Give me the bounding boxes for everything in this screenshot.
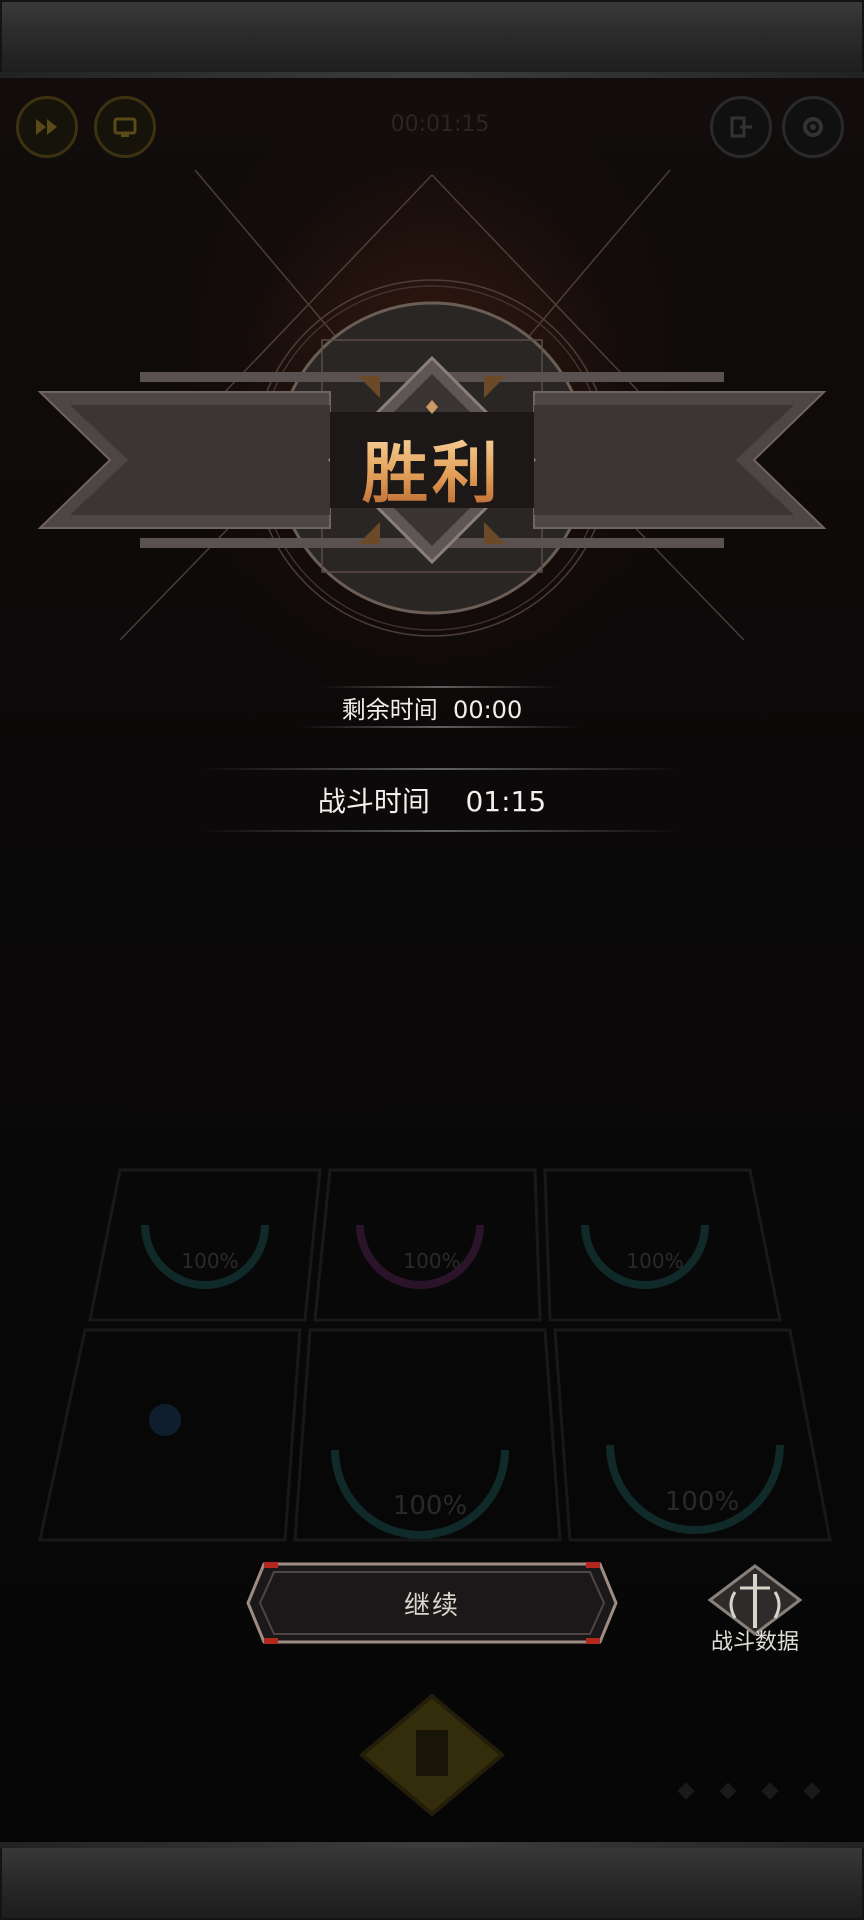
- divider-line: [200, 830, 680, 832]
- page-indicator: [677, 1782, 848, 1801]
- exit-icon[interactable]: [710, 96, 772, 158]
- continue-button[interactable]: 继续: [244, 1560, 620, 1646]
- battle-timer-dim: 00:01:15: [390, 112, 490, 137]
- formation-icon[interactable]: [356, 1690, 508, 1820]
- page-dot: [803, 1782, 821, 1800]
- page-dot: [761, 1782, 779, 1800]
- hero-hp-label: 100%: [665, 1487, 739, 1517]
- remaining-time-label: 剩余时间: [341, 696, 438, 724]
- continue-label: 继续: [403, 1590, 460, 1621]
- hero-hp-label: 100%: [626, 1249, 683, 1273]
- gear-icon[interactable]: [782, 96, 844, 158]
- fast-forward-icon[interactable]: [16, 96, 78, 158]
- auto-icon[interactable]: [94, 96, 156, 158]
- victory-title: 胜利: [332, 420, 532, 516]
- page-dot: [719, 1782, 737, 1800]
- remaining-time: 剩余时间 00:00: [0, 690, 864, 725]
- top-border-bar: [0, 0, 864, 78]
- hero-hp-label: 100%: [403, 1249, 460, 1273]
- divider-line: [200, 768, 680, 770]
- hero-hp-label: 100%: [393, 1491, 467, 1521]
- battle-time-label: 战斗时间: [317, 785, 430, 818]
- divider-line: [300, 726, 580, 728]
- hero-hp-label: 100%: [181, 1249, 238, 1273]
- remaining-time-value: 00:00: [453, 696, 523, 724]
- bottom-border-bar: [0, 1842, 864, 1920]
- divider-line: [320, 686, 560, 688]
- battle-time: 战斗时间 01:15: [0, 780, 864, 820]
- battle-time-value: 01:15: [465, 785, 547, 818]
- battle-data-button[interactable]: 战斗数据: [700, 1562, 810, 1662]
- page-dot: [677, 1782, 695, 1800]
- hero-formation-grid: 100% 100% 100% 100% 100%: [38, 1168, 832, 1542]
- battle-data-label: 战斗数据: [710, 1630, 799, 1655]
